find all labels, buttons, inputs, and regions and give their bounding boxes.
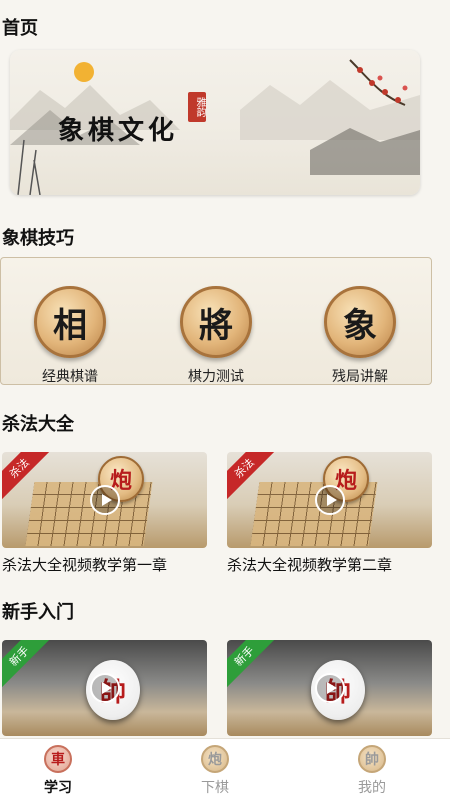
tab-mine[interactable]: 帥 我的 xyxy=(332,745,412,797)
culture-banner[interactable]: 象棋文化 雅韵 xyxy=(10,50,420,195)
page-title: 首页 xyxy=(2,18,38,39)
video-thumbnail: 帥 新手 xyxy=(227,640,432,736)
skill-label: 经典棋谱 xyxy=(42,369,98,385)
tab-label: 我的 xyxy=(358,780,386,796)
chess-piece-icon: 將 xyxy=(180,286,252,358)
kill-section-title: 杀法大全 xyxy=(2,414,74,435)
tab-label: 下棋 xyxy=(201,780,229,796)
tab-learn[interactable]: 車 学习 xyxy=(18,745,98,797)
bottom-tab-bar: 車 学习 炮 下棋 帥 我的 xyxy=(0,738,450,800)
skill-label: 残局讲解 xyxy=(332,369,388,385)
banner-title: 象棋文化 xyxy=(58,116,179,146)
banner-seal: 雅韵 xyxy=(188,92,206,122)
category-tag: 新手 xyxy=(2,640,51,688)
home-page: 首页 象棋文化 雅韵 象棋技巧 相 经典棋谱 將 棋力测试 象 残局讲解 杀法大… xyxy=(0,0,450,738)
category-tag: 新手 xyxy=(227,640,276,688)
general-piece-icon: 帥 xyxy=(358,745,386,773)
video-thumbnail: 帥 新手 xyxy=(2,640,207,736)
video-title: 杀法大全视频教学第一章 xyxy=(2,556,168,574)
video-thumbnail: 炮 杀法 xyxy=(2,452,207,548)
play-icon[interactable] xyxy=(314,485,345,515)
skill-strength-test[interactable]: 將 棋力测试 xyxy=(161,286,271,386)
tab-play[interactable]: 炮 下棋 xyxy=(175,745,255,797)
cannon-piece-icon: 炮 xyxy=(201,745,229,773)
play-icon[interactable] xyxy=(314,673,345,703)
skills-section-title: 象棋技巧 xyxy=(2,228,74,249)
tab-label: 学习 xyxy=(44,780,72,796)
skill-label: 棋力测试 xyxy=(188,369,244,385)
novice-section-title: 新手入门 xyxy=(2,602,74,623)
play-icon[interactable] xyxy=(89,673,120,703)
chariot-piece-icon: 車 xyxy=(44,745,72,773)
skill-classic-records[interactable]: 相 经典棋谱 xyxy=(15,286,125,386)
play-icon[interactable] xyxy=(89,485,120,515)
video-card[interactable]: 炮 杀法 杀法大全视频教学第二章 xyxy=(227,452,432,575)
skill-endgame[interactable]: 象 残局讲解 xyxy=(305,286,415,386)
video-thumbnail: 炮 杀法 xyxy=(227,452,432,548)
video-title: 杀法大全视频教学第二章 xyxy=(227,556,393,574)
video-card[interactable]: 帥 新手 xyxy=(2,640,207,736)
video-card[interactable]: 炮 杀法 杀法大全视频教学第一章 xyxy=(2,452,207,575)
video-card[interactable]: 帥 新手 xyxy=(227,640,432,736)
chess-piece-icon: 象 xyxy=(324,286,396,358)
skills-panel: 相 经典棋谱 將 棋力测试 象 残局讲解 xyxy=(0,257,432,385)
chess-piece-icon: 相 xyxy=(34,286,106,358)
